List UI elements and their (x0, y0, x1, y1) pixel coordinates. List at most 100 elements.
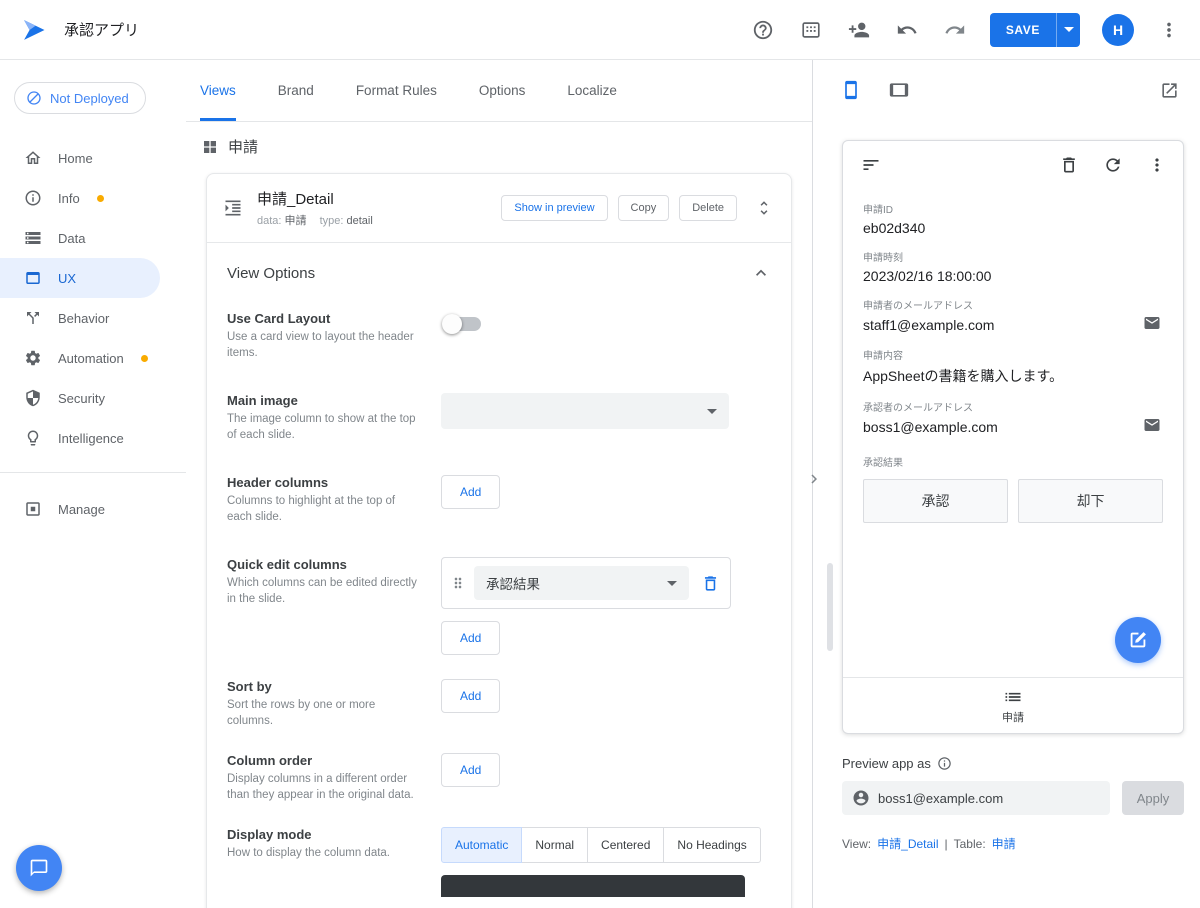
delete-column-icon[interactable] (699, 572, 722, 595)
open-in-new-icon[interactable] (1160, 81, 1179, 100)
display-mode-no-headings[interactable]: No Headings (663, 827, 761, 864)
copy-button[interactable]: Copy (617, 195, 670, 221)
view-options-header[interactable]: View Options (207, 243, 791, 291)
feedback-chat-fab[interactable] (16, 845, 62, 891)
bottom-nav-label: 申請 (1002, 711, 1024, 724)
main-image-select[interactable] (441, 393, 729, 430)
top-bar: 承認アプリ SAVE H (0, 0, 1200, 60)
setting-name: Main image (227, 393, 298, 409)
scrollbar-thumb[interactable] (827, 563, 833, 651)
drag-handle-icon[interactable] (448, 573, 468, 593)
approve-button[interactable]: 承認 (863, 479, 1008, 523)
field-requester-email: 申請者のメールアドレス staff1@example.com (863, 297, 1163, 334)
delete-record-icon[interactable] (1057, 153, 1081, 177)
undo-icon[interactable] (894, 17, 920, 43)
view-options-title: View Options (227, 264, 316, 282)
collapse-panel-chevron-icon[interactable] (805, 470, 823, 488)
sidebar-item-info[interactable]: Info (0, 178, 160, 218)
unfold-more-icon[interactable] (753, 197, 775, 219)
field-value: staff1@example.com (863, 317, 995, 333)
sort-by-add-button[interactable]: Add (441, 679, 501, 714)
display-mode-normal[interactable]: Normal (521, 827, 589, 864)
quick-edit-column-select[interactable]: 承認結果 (474, 566, 689, 601)
apply-button[interactable]: Apply (1122, 781, 1184, 815)
edit-record-fab[interactable] (1115, 617, 1161, 663)
appsheet-logo-icon[interactable] (20, 16, 48, 44)
app-gallery-icon[interactable] (798, 17, 824, 43)
preview-more-icon[interactable] (1145, 153, 1169, 177)
help-icon[interactable] (750, 17, 776, 43)
more-vert-icon[interactable] (1156, 17, 1182, 43)
deploy-status-pill[interactable]: Not Deployed (14, 82, 146, 114)
info-icon (25, 190, 41, 206)
sidebar-item-home[interactable]: Home (0, 138, 160, 178)
topbar-actions: SAVE H (750, 12, 1182, 47)
setting-name: Header columns (227, 475, 329, 491)
display-mode-centered[interactable]: Centered (587, 827, 665, 864)
sidebar-item-label: Security (58, 390, 105, 406)
view-title-block: 申請_Detail data: 申請 type: detail (257, 188, 383, 228)
content-area: Not Deployed Home Info Data UX Behavior … (0, 60, 1200, 908)
setting-desc: Columns to highlight at the top of each … (227, 495, 396, 523)
show-in-preview-button[interactable]: Show in preview (501, 195, 608, 221)
preview-app-as-row: Preview app as (842, 756, 1185, 771)
tab-brand[interactable]: Brand (278, 60, 314, 121)
column-order-add-button[interactable]: Add (441, 753, 501, 788)
sidebar-nav: Home Info Data UX Behavior Automation Se… (0, 138, 186, 529)
collapse-up-icon (756, 269, 766, 276)
user-avatar[interactable]: H (1102, 13, 1134, 46)
views-scroll-area: 申請 申請_Detail data: 申請 type: detail Show … (186, 122, 812, 908)
view-link[interactable]: 申請_Detail (877, 835, 938, 852)
account-icon (853, 790, 869, 806)
phone-preview-icon[interactable] (841, 80, 861, 100)
tab-options[interactable]: Options (479, 60, 526, 121)
sidebar-item-behavior[interactable]: Behavior (0, 298, 160, 338)
detail-view-icon (225, 200, 241, 216)
tab-views[interactable]: Views (200, 60, 236, 121)
sidebar-item-automation[interactable]: Automation (0, 338, 160, 378)
save-dropdown-caret[interactable] (1056, 12, 1080, 47)
refresh-icon[interactable] (1101, 153, 1125, 177)
sidebar-item-label: Home (58, 150, 93, 166)
sidebar-item-security[interactable]: Security (0, 378, 160, 418)
table-link[interactable]: 申請 (992, 835, 1016, 852)
sidebar-item-label: Intelligence (58, 430, 124, 446)
bottom-nav-item[interactable]: 申請 (843, 677, 1183, 733)
data-icon (25, 232, 41, 244)
sidebar-item-intelligence[interactable]: Intelligence (0, 418, 160, 458)
field-label: 申請者のメールアドレス (863, 301, 973, 312)
field-label: 承認者のメールアドレス (863, 403, 973, 414)
use-card-layout-toggle[interactable] (442, 314, 481, 334)
display-mode-segmented: Automatic Normal Centered No Headings (441, 827, 771, 864)
header-columns-add-button[interactable]: Add (441, 475, 501, 510)
setting-desc: Display columns in a different order tha… (227, 773, 414, 801)
delete-button[interactable]: Delete (679, 195, 737, 221)
preview-email-input[interactable] (878, 790, 1100, 806)
field-label: 申請内容 (863, 351, 903, 362)
reject-button[interactable]: 却下 (1018, 479, 1163, 523)
behavior-icon (27, 312, 39, 324)
display-mode-automatic[interactable]: Automatic (441, 827, 523, 864)
toggle-knob (442, 314, 462, 334)
setting-name: Quick edit columns (227, 557, 347, 573)
tablet-preview-icon[interactable] (889, 80, 909, 100)
email-icon[interactable] (1141, 414, 1163, 436)
selected-column: 承認結果 (486, 577, 540, 593)
automation-icon (25, 350, 41, 366)
field-approval-result: 承認結果 承認 却下 (863, 454, 1163, 523)
sort-menu-icon[interactable] (859, 153, 883, 177)
sidebar-item-manage[interactable]: Manage (0, 489, 160, 529)
tab-localize[interactable]: Localize (567, 60, 617, 121)
info-icon[interactable] (937, 756, 952, 771)
sidebar-item-data[interactable]: Data (0, 218, 160, 258)
quick-edit-add-button[interactable]: Add (441, 621, 501, 656)
sidebar-item-ux[interactable]: UX (0, 258, 160, 298)
email-icon[interactable] (1141, 312, 1163, 334)
save-button[interactable]: SAVE (989, 12, 1056, 47)
redo-icon[interactable] (942, 17, 968, 43)
field-value: boss1@example.com (863, 419, 998, 435)
preview-panel: 申請ID eb02d340 申請時刻 2023/02/16 18:00:00 申… (813, 60, 1200, 908)
tab-format-rules[interactable]: Format Rules (356, 60, 437, 121)
field-value: eb02d340 (863, 220, 926, 236)
share-user-icon[interactable] (846, 17, 872, 43)
